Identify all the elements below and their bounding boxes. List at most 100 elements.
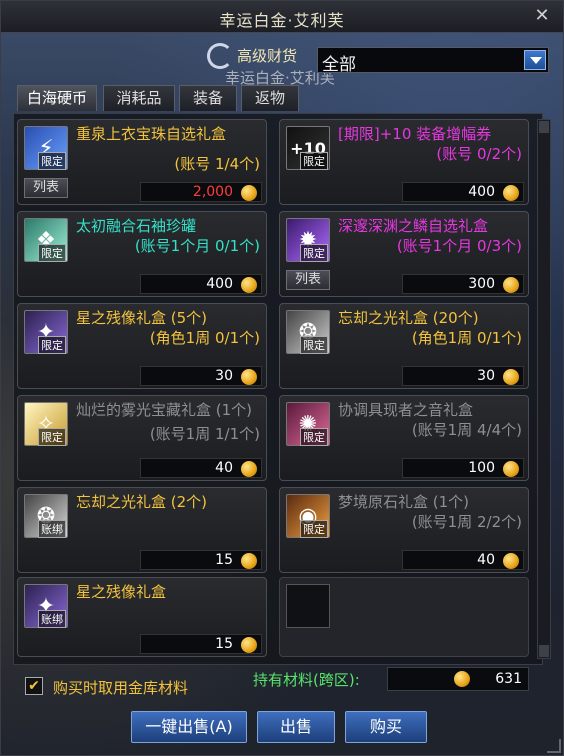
- item-name: 太初融合石袖珍罐: [76, 217, 197, 235]
- price-field: 400: [140, 274, 262, 294]
- shop-item[interactable]: ⚡ 限定 重泉上衣宝珠自选礼盒 (账号 1/4个) 列表 2,000: [17, 119, 267, 205]
- item-limit: (账号 0/2个): [436, 145, 522, 163]
- limited-badge: 限定: [38, 336, 66, 354]
- limited-badge: 限定: [38, 428, 66, 446]
- coin-icon: [454, 671, 470, 687]
- item-price: 40: [477, 552, 495, 568]
- limited-badge: 限定: [300, 336, 328, 354]
- held-material-field: 631: [387, 667, 529, 691]
- price-field: 400: [402, 182, 524, 202]
- shop-item[interactable]: ❂ 限定 忘却之光礼盒 (20个) (角色1周 0/1个) 30: [279, 303, 529, 389]
- coin-icon: [503, 185, 519, 201]
- item-limit: (账号1个月 0/1个): [134, 237, 260, 255]
- tab-white-sea-coin[interactable]: 白海硬币: [17, 85, 97, 111]
- coin-icon: [241, 277, 257, 293]
- item-price: 400: [206, 276, 233, 292]
- close-icon[interactable]: ✕: [531, 5, 553, 27]
- coin-icon: [241, 461, 257, 477]
- shop-window: 幸运白金·艾利芙 ✕ 高级财货 幸运白金·艾利芙 全部 白海硬币 消耗品 装备 …: [0, 0, 564, 756]
- shop-subtitle: 高级财货: [237, 47, 298, 65]
- item-name: 灿烂的雾光宝藏礼盒 (1个): [76, 401, 253, 419]
- list-button[interactable]: 列表: [24, 178, 68, 198]
- shop-item[interactable]: ❖ 限定 太初融合石袖珍罐 (账号1个月 0/1个) 400: [17, 211, 267, 297]
- item-price: 15: [215, 552, 233, 568]
- coin-icon: [241, 185, 257, 201]
- shop-item[interactable]: ❂ 账绑 忘却之光礼盒 (2个) 15: [17, 487, 267, 573]
- list-button[interactable]: 列表: [286, 270, 330, 290]
- coin-icon: [241, 369, 257, 385]
- refresh-icon[interactable]: [207, 43, 233, 69]
- item-name: [期限]+10 装备增幅券: [338, 125, 492, 143]
- dropdown-value: 全部: [322, 55, 356, 75]
- item-limit: (账号1周 4/4个): [411, 421, 522, 439]
- item-price: 100: [468, 460, 495, 476]
- price-field: 15: [140, 634, 262, 654]
- resize-handle[interactable]: [547, 739, 561, 753]
- coin-icon: [241, 553, 257, 569]
- limited-badge: 限定: [300, 152, 328, 170]
- price-field: 40: [140, 458, 262, 478]
- item-limit: (账号1周 1/1个): [149, 425, 260, 443]
- item-limit: (账号1个月 0/3个): [396, 237, 522, 255]
- item-name: 重泉上衣宝珠自选礼盒: [76, 125, 227, 143]
- item-limit: (账号 1/4个): [174, 155, 260, 173]
- scroll-up-arrow[interactable]: [539, 121, 549, 133]
- price-field: 30: [140, 366, 262, 386]
- price-field: 2,000: [140, 182, 262, 202]
- sell-all-button[interactable]: 一键出售(A): [131, 711, 247, 743]
- item-name: 星之残像礼盒 (5个): [76, 309, 208, 327]
- tab-equipment[interactable]: 装备: [179, 85, 237, 111]
- buy-button[interactable]: 购买: [345, 711, 427, 743]
- limited-badge: 限定: [300, 520, 328, 538]
- coin-icon: [503, 277, 519, 293]
- item-limit: (账号1周 2/2个): [411, 513, 522, 531]
- shop-item[interactable]: +10 限定 [期限]+10 装备增幅券 (账号 0/2个) 400: [279, 119, 529, 205]
- scroll-down-arrow[interactable]: [539, 645, 549, 657]
- item-name: 星之残像礼盒: [76, 583, 167, 601]
- item-price: 300: [468, 276, 495, 292]
- coin-icon: [503, 461, 519, 477]
- use-vault-checkbox[interactable]: ✔: [25, 677, 43, 695]
- coin-icon: [241, 637, 257, 653]
- shop-item[interactable]: ✦ 账绑 星之残像礼盒 15: [17, 577, 267, 657]
- empty-item-slot: [279, 577, 529, 657]
- shop-item[interactable]: ✺ 限定 协调具现者之音礼盒 (账号1周 4/4个) 100: [279, 395, 529, 481]
- item-name: 忘却之光礼盒 (2个): [76, 493, 208, 511]
- held-material-value: 631: [495, 671, 522, 687]
- limited-badge: 限定: [38, 244, 66, 262]
- price-field: 300: [402, 274, 524, 294]
- empty-icon-slot: [286, 584, 330, 628]
- limited-badge: 限定: [300, 244, 328, 262]
- shop-item[interactable]: ✧ 限定 灿烂的雾光宝藏礼盒 (1个) (账号1周 1/1个) 40: [17, 395, 267, 481]
- shop-item[interactable]: ◉ 限定 梦境原石礼盒 (1个) (账号1周 2/2个) 40: [279, 487, 529, 573]
- shop-item[interactable]: ✹ 限定 深邃深渊之鳞自选礼盒 (账号1个月 0/3个) 列表 300: [279, 211, 529, 297]
- limited-badge: 限定: [300, 428, 328, 446]
- checkbox-label: 购买时取用金库材料: [53, 679, 189, 697]
- price-field: 15: [140, 550, 262, 570]
- item-price: 2,000: [192, 184, 233, 200]
- sell-button[interactable]: 出售: [257, 711, 335, 743]
- scrollbar[interactable]: [537, 119, 551, 659]
- item-limit: (角色1周 0/1个): [149, 329, 260, 347]
- price-field: 100: [402, 458, 524, 478]
- coin-icon: [503, 553, 519, 569]
- title-bar[interactable]: 幸运白金·艾利芙 ✕: [1, 1, 563, 33]
- price-field: 30: [402, 366, 524, 386]
- held-material-label: 持有材料(跨区):: [253, 671, 360, 689]
- item-name: 协调具现者之音礼盒: [338, 401, 474, 419]
- item-price: 30: [215, 368, 233, 384]
- limited-badge: 限定: [38, 152, 66, 170]
- shop-item[interactable]: ✦ 限定 星之残像礼盒 (5个) (角色1周 0/1个) 30: [17, 303, 267, 389]
- item-price: 15: [215, 636, 233, 652]
- item-price: 40: [215, 460, 233, 476]
- chevron-down-icon[interactable]: [524, 50, 546, 70]
- item-price: 400: [468, 184, 495, 200]
- item-name: 梦境原石礼盒 (1个): [338, 493, 470, 511]
- tab-returns[interactable]: 返物: [241, 85, 299, 111]
- category-dropdown[interactable]: 全部: [317, 47, 549, 75]
- tab-consumables[interactable]: 消耗品: [103, 85, 175, 111]
- window-title: 幸运白金·艾利芙: [219, 11, 345, 30]
- item-name: 深邃深渊之鳞自选礼盒: [338, 217, 489, 235]
- item-limit: (角色1周 0/1个): [411, 329, 522, 347]
- item-name: 忘却之光礼盒 (20个): [338, 309, 479, 327]
